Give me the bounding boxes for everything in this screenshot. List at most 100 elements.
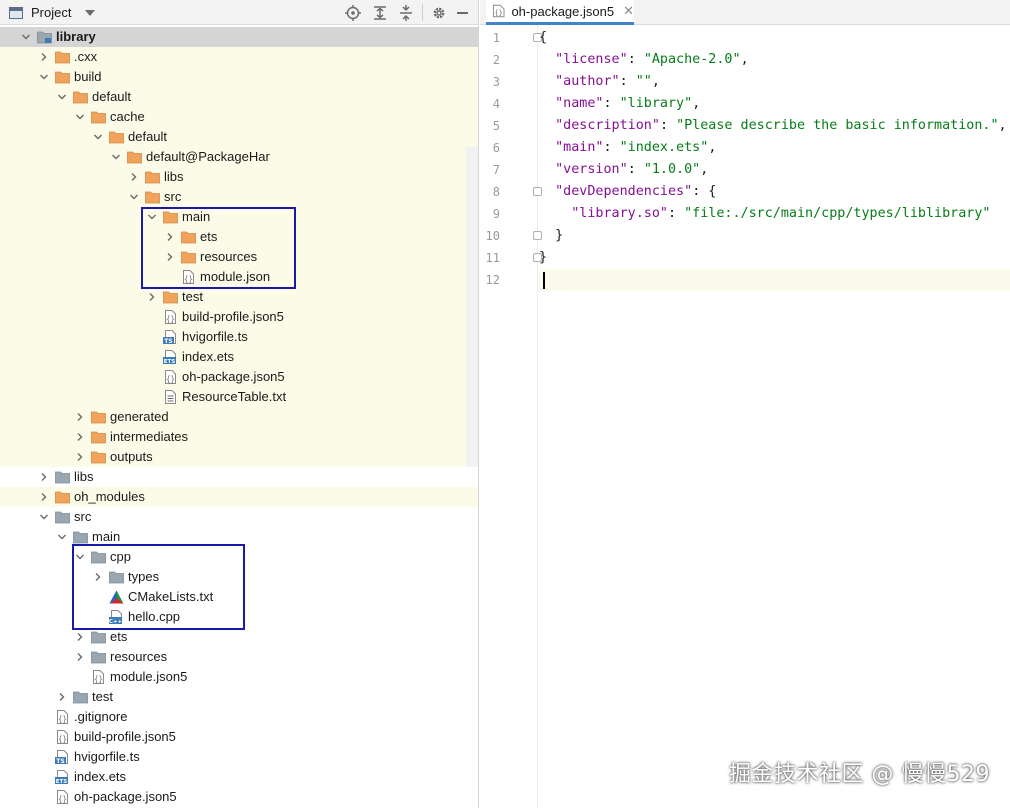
chevron-right-icon[interactable] (93, 571, 103, 583)
tree-item[interactable]: cpp (0, 547, 478, 567)
code-line: "main": "index.ets", (539, 137, 1010, 159)
json-string: "1.0.0" (643, 162, 701, 177)
chevron-down-icon[interactable] (57, 91, 67, 103)
tree-item[interactable]: resources (0, 247, 478, 267)
chevron-down-icon[interactable] (147, 211, 157, 223)
tree-item[interactable]: test (0, 287, 478, 307)
tree-item[interactable]: outputs (0, 447, 478, 467)
chevron-right-icon[interactable] (39, 491, 49, 503)
chevron-down-icon[interactable] (39, 71, 49, 83)
tree-item[interactable]: types (0, 567, 478, 587)
collapse-all-button[interactable] (398, 0, 414, 25)
chevron-down-icon[interactable] (21, 31, 31, 43)
tree-item[interactable]: resources (0, 647, 478, 667)
tree-item[interactable]: intermediates (0, 427, 478, 447)
tree-item[interactable]: default@PackageHar (0, 147, 478, 167)
expand-all-button[interactable] (372, 0, 388, 25)
locate-button[interactable] (345, 0, 361, 25)
editor-tab-bar: {} oh-package.json5 ✕ (480, 0, 1010, 25)
tree-item[interactable]: default (0, 127, 478, 147)
chevron-right-icon[interactable] (75, 631, 85, 643)
tree-item[interactable]: main (0, 207, 478, 227)
chevron-down-icon[interactable] (39, 511, 49, 523)
tree-item[interactable]: {} oh-package.json5 (0, 787, 478, 807)
chevron-right-icon[interactable] (165, 251, 175, 263)
json-string: "file:./src/main/cpp/types/liblibrary" (684, 206, 991, 221)
tree-item[interactable]: ResourceTable.txt (0, 387, 478, 407)
tree-item[interactable]: ets (0, 227, 478, 247)
ts-file-icon: TS (55, 750, 70, 765)
tree-item[interactable]: {} module.json (0, 267, 478, 287)
chevron-right-icon[interactable] (129, 171, 139, 183)
chevron-down-icon[interactable] (129, 191, 139, 203)
chevron-down-icon[interactable] (75, 551, 85, 563)
tree-item[interactable]: oh_modules (0, 487, 478, 507)
tree-item[interactable]: build (0, 67, 478, 87)
chevron-right-icon[interactable] (165, 231, 175, 243)
settings-button[interactable] (431, 0, 447, 25)
chevron-right-icon[interactable] (57, 691, 67, 703)
tree-item-label: index.ets (182, 349, 235, 364)
json-punct: : (603, 96, 620, 111)
chevron-right-icon[interactable] (75, 431, 85, 443)
chevron-down-icon[interactable] (93, 131, 103, 143)
chevron-down-icon[interactable] (75, 111, 85, 123)
tree-item[interactable]: default (0, 87, 478, 107)
tree-item-label: CMakeLists.txt (128, 589, 214, 604)
tree-item[interactable]: generated (0, 407, 478, 427)
editor-tab[interactable]: {} oh-package.json5 ✕ (486, 0, 634, 25)
hide-panel-button[interactable] (457, 0, 468, 25)
tree-item[interactable]: cache (0, 107, 478, 127)
tree-item[interactable]: C++ hello.cpp (0, 607, 478, 627)
tree-item[interactable]: libs (0, 167, 478, 187)
toolbar-divider (422, 4, 423, 21)
json-punct: } (539, 250, 548, 265)
code-line: "devDependencies": { (539, 181, 1010, 203)
tree-item-label: hello.cpp (128, 609, 181, 624)
json-key: "version" (555, 162, 628, 177)
tree-item[interactable]: {} oh-package.json5 (0, 367, 478, 387)
svg-text:{}: {} (94, 675, 103, 684)
chevron-right-icon[interactable] (39, 471, 49, 483)
tree-item[interactable]: ets (0, 627, 478, 647)
tree-item[interactable]: {} build-profile.json5 (0, 727, 478, 747)
tree-item[interactable]: {} module.json5 (0, 667, 478, 687)
tree-item[interactable]: libs (0, 467, 478, 487)
tree-item[interactable]: library (0, 27, 478, 47)
tree-item[interactable]: .cxx (0, 47, 478, 67)
tree-item[interactable]: {} build-profile.json5 (0, 307, 478, 327)
chevron-down-icon[interactable] (111, 151, 121, 163)
close-icon[interactable]: ✕ (623, 3, 634, 19)
line-number: 12 (485, 273, 500, 287)
chevron-right-icon[interactable] (75, 451, 85, 463)
line-number: 11 (485, 251, 500, 265)
json-string: "Please describe the basic information." (676, 118, 999, 133)
json-punct: , (998, 118, 1007, 133)
code-area[interactable]: { "license": "Apache-2.0", "author": "",… (539, 25, 1010, 808)
chevron-right-icon[interactable] (75, 411, 85, 423)
tree-item[interactable]: ETS index.ets (0, 347, 478, 367)
chevron-right-icon[interactable] (39, 51, 49, 63)
folder-icon (55, 470, 70, 484)
tree-item-label: default@PackageHar (146, 149, 270, 164)
svg-text:{}: {} (184, 275, 193, 284)
tree-item[interactable]: test (0, 687, 478, 707)
tree-item[interactable]: TS hvigorfile.ts (0, 327, 478, 347)
tree-item[interactable]: main (0, 527, 478, 547)
tree-item-label: index.ets (74, 769, 127, 784)
text-caret (543, 272, 545, 289)
project-view-selector[interactable]: Project (9, 0, 96, 25)
tree-item[interactable]: CMakeLists.txt (0, 587, 478, 607)
chevron-right-icon[interactable] (147, 291, 157, 303)
folder-icon (55, 490, 70, 504)
tree-item[interactable]: {} .gitignore (0, 707, 478, 727)
tree-item[interactable]: ETS index.ets (0, 767, 478, 787)
tree-item[interactable]: TS hvigorfile.ts (0, 747, 478, 767)
tree-item[interactable]: src (0, 187, 478, 207)
folder-icon (109, 570, 124, 584)
tree-item[interactable]: src (0, 507, 478, 527)
folder-icon (73, 690, 88, 704)
code-line (539, 269, 1010, 291)
chevron-down-icon[interactable] (57, 531, 67, 543)
chevron-right-icon[interactable] (75, 651, 85, 663)
